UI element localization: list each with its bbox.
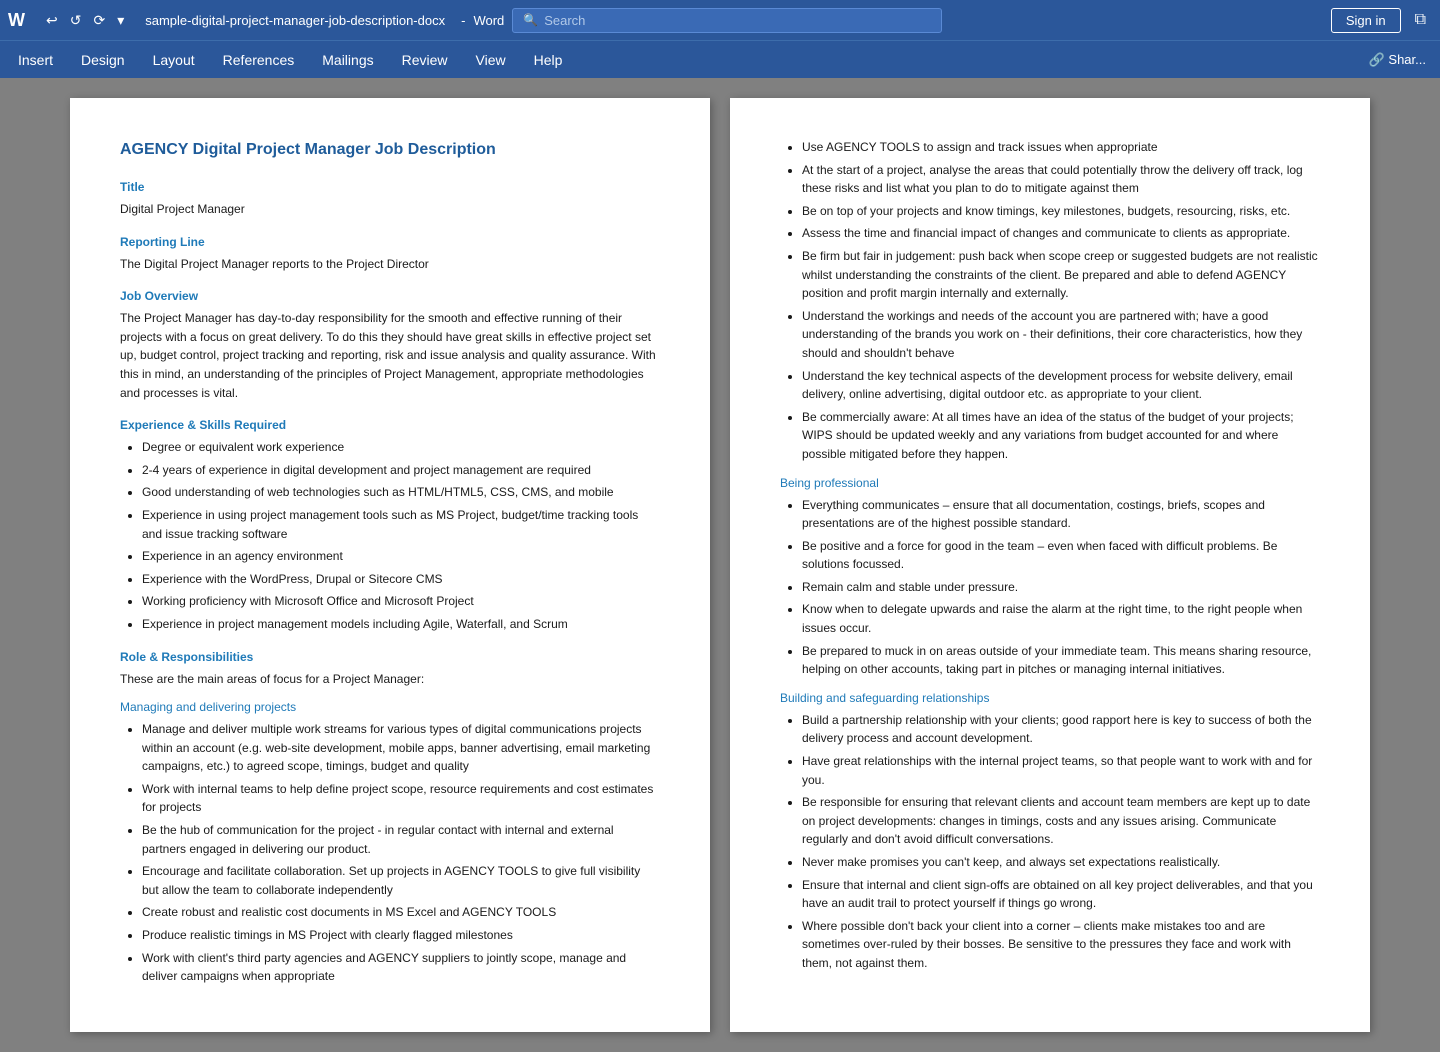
list-item: Use AGENCY TOOLS to assign and track iss… (802, 138, 1320, 157)
list-item: Understand the key technical aspects of … (802, 367, 1320, 404)
autosave-button[interactable]: ⟳ (88, 10, 110, 31)
menu-insert[interactable]: Insert (4, 46, 67, 74)
list-item: Experience in using project management t… (142, 506, 660, 543)
undo-redo-group: ↩ ↺ ⟳ ▾ (41, 10, 129, 31)
list-item: Be firm but fair in judgement: push back… (802, 247, 1320, 303)
list-item: Everything communicates – ensure that al… (802, 496, 1320, 533)
continuation-list: Use AGENCY TOOLS to assign and track iss… (802, 138, 1320, 464)
document-area: AGENCY Digital Project Manager Job Descr… (0, 78, 1440, 1052)
menu-design[interactable]: Design (67, 46, 139, 74)
heading-job-overview: Job Overview (120, 287, 660, 305)
heading-title: Title (120, 178, 660, 196)
share-button[interactable]: 🔗 Shar... (1359, 48, 1436, 72)
list-item: Have great relationships with the intern… (802, 752, 1320, 789)
list-item: Working proficiency with Microsoft Offic… (142, 592, 660, 611)
window-controls: W (8, 10, 29, 31)
search-input[interactable] (544, 13, 931, 28)
list-item: Never make promises you can't keep, and … (802, 853, 1320, 872)
heading-experience: Experience & Skills Required (120, 416, 660, 434)
title-bar: W ↩ ↺ ⟳ ▾ sample-digital-project-manager… (0, 0, 1440, 40)
list-item: Manage and deliver multiple work streams… (142, 720, 660, 776)
list-item: Experience in an agency environment (142, 547, 660, 566)
list-item: Create robust and realistic cost documen… (142, 903, 660, 922)
list-item: Be on top of your projects and know timi… (802, 202, 1320, 221)
menu-review[interactable]: Review (388, 46, 462, 74)
menu-view[interactable]: View (462, 46, 520, 74)
list-item: Be responsible for ensuring that relevan… (802, 793, 1320, 849)
title-value: Digital Project Manager (120, 200, 660, 219)
heading-reporting-line: Reporting Line (120, 233, 660, 251)
relationships-list: Build a partnership relationship with yo… (802, 711, 1320, 973)
app-name-separator: - (461, 13, 465, 28)
job-overview-text: The Project Manager has day-to-day respo… (120, 309, 660, 402)
restore-button[interactable]: ⧉ (1409, 9, 1432, 31)
app-name: Word (473, 13, 504, 28)
list-item: Remain calm and stable under pressure. (802, 578, 1320, 597)
menu-help[interactable]: Help (520, 46, 577, 74)
managing-list: Manage and deliver multiple work streams… (142, 720, 660, 986)
professional-list: Everything communicates – ensure that al… (802, 496, 1320, 679)
list-item: Good understanding of web technologies s… (142, 483, 660, 502)
redo-button[interactable]: ↺ (65, 10, 87, 31)
doc-title: AGENCY Digital Project Manager Job Descr… (120, 138, 660, 162)
quick-access-button[interactable]: ▾ (112, 10, 129, 31)
list-item: Work with internal teams to help define … (142, 780, 660, 817)
subheading-professional: Being professional (780, 474, 1320, 492)
list-item: Ensure that internal and client sign-off… (802, 876, 1320, 913)
experience-list: Degree or equivalent work experience 2-4… (142, 438, 660, 633)
list-item: Be commercially aware: At all times have… (802, 408, 1320, 464)
list-item: Where possible don't back your client in… (802, 917, 1320, 973)
heading-role: Role & Responsibilities (120, 648, 660, 666)
page-right: Use AGENCY TOOLS to assign and track iss… (730, 98, 1370, 1032)
list-item: Assess the time and financial impact of … (802, 224, 1320, 243)
list-item: At the start of a project, analyse the a… (802, 161, 1320, 198)
list-item: Degree or equivalent work experience (142, 438, 660, 457)
list-item: Work with client's third party agencies … (142, 949, 660, 986)
list-item: Know when to delegate upwards and raise … (802, 600, 1320, 637)
list-item: 2-4 years of experience in digital devel… (142, 461, 660, 480)
list-item: Understand the workings and needs of the… (802, 307, 1320, 363)
role-intro: These are the main areas of focus for a … (120, 670, 660, 689)
list-item: Experience with the WordPress, Drupal or… (142, 570, 660, 589)
list-item: Be prepared to muck in on areas outside … (802, 642, 1320, 679)
search-bar[interactable]: 🔍 (512, 8, 942, 33)
undo-button[interactable]: ↩ (41, 10, 63, 31)
menu-references[interactable]: References (209, 46, 309, 74)
list-item: Be the hub of communication for the proj… (142, 821, 660, 858)
list-item: Build a partnership relationship with yo… (802, 711, 1320, 748)
subheading-managing: Managing and delivering projects (120, 698, 660, 716)
list-item: Be positive and a force for good in the … (802, 537, 1320, 574)
list-item: Experience in project management models … (142, 615, 660, 634)
menu-mailings[interactable]: Mailings (308, 46, 387, 74)
signin-button[interactable]: Sign in (1331, 8, 1401, 33)
list-item: Produce realistic timings in MS Project … (142, 926, 660, 945)
menu-bar: Insert Design Layout References Mailings… (0, 40, 1440, 78)
search-icon: 🔍 (523, 13, 538, 27)
document-filename: sample-digital-project-manager-job-descr… (145, 13, 445, 28)
list-item: Encourage and facilitate collaboration. … (142, 862, 660, 899)
word-icon: W (8, 10, 25, 31)
reporting-line-value: The Digital Project Manager reports to t… (120, 255, 660, 274)
menu-layout[interactable]: Layout (139, 46, 209, 74)
subheading-relationships: Building and safeguarding relationships (780, 689, 1320, 707)
page-left: AGENCY Digital Project Manager Job Descr… (70, 98, 710, 1032)
